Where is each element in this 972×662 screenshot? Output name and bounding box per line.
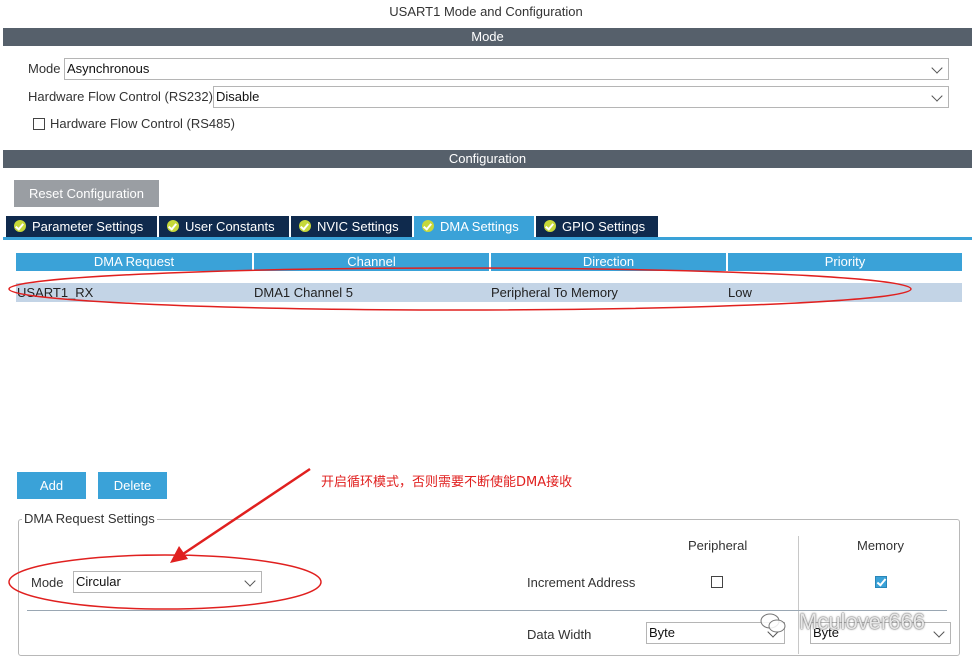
annotation-text: 开启循环模式，否则需要不断使能DMA接收 <box>321 471 572 490</box>
arrow-icon <box>180 469 310 556</box>
wechat-icon <box>760 612 786 634</box>
annotation-overlay <box>0 0 972 662</box>
highlight-ellipse <box>9 555 321 609</box>
watermark-text: Mculover666 <box>799 609 925 635</box>
highlight-ellipse <box>9 268 911 310</box>
